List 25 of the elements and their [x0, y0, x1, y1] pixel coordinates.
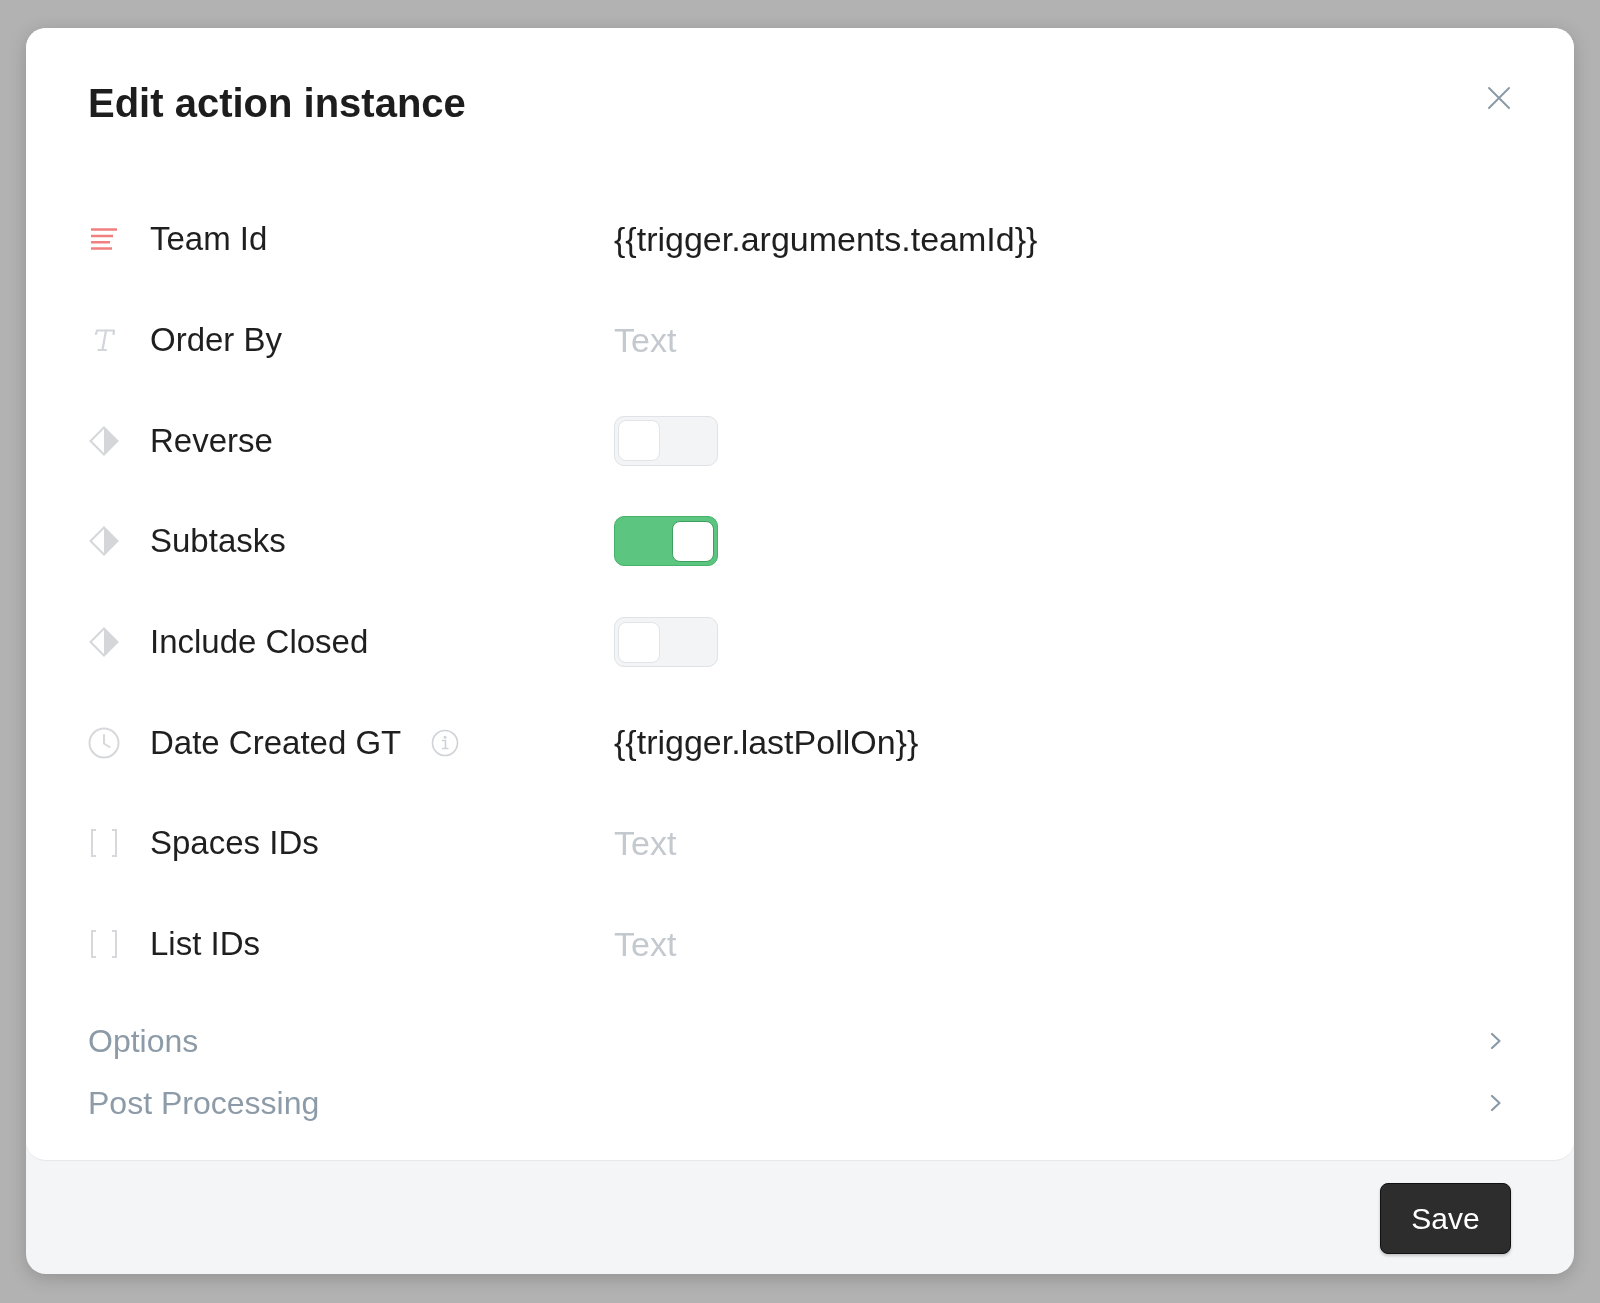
- field-label: Include Closed: [150, 622, 369, 663]
- brackets-icon: [90, 829, 118, 858]
- field-label: Subtasks: [150, 521, 286, 562]
- field-label: Spaces IDs: [150, 823, 319, 864]
- field-label: Date Created GT: [150, 722, 402, 763]
- text-field[interactable]: Text: [614, 922, 1511, 967]
- text-field[interactable]: Text: [614, 821, 1511, 866]
- text-field[interactable]: {{trigger.lastPollOn}}: [614, 720, 1511, 765]
- half-diamond-icon: [89, 627, 119, 658]
- field-label: Team Id: [150, 219, 268, 260]
- toggle-switch[interactable]: [614, 516, 718, 567]
- save-button[interactable]: Save: [1380, 1182, 1511, 1254]
- close-icon[interactable]: [1487, 86, 1511, 110]
- half-diamond-icon: [89, 425, 119, 456]
- dialog-title: Edit action instance: [88, 81, 466, 125]
- half-diamond-icon: [89, 526, 119, 557]
- text-field[interactable]: Text: [614, 318, 1511, 363]
- field-label: Reverse: [150, 420, 273, 461]
- text-type-icon: [93, 328, 115, 353]
- clock-icon: [88, 726, 120, 759]
- lines-icon: [91, 228, 117, 251]
- field-label: Order By: [150, 320, 283, 361]
- field-label: List IDs: [150, 924, 261, 965]
- brackets-icon: [90, 930, 118, 959]
- text-field[interactable]: {{trigger.arguments.teamId}}: [614, 217, 1511, 262]
